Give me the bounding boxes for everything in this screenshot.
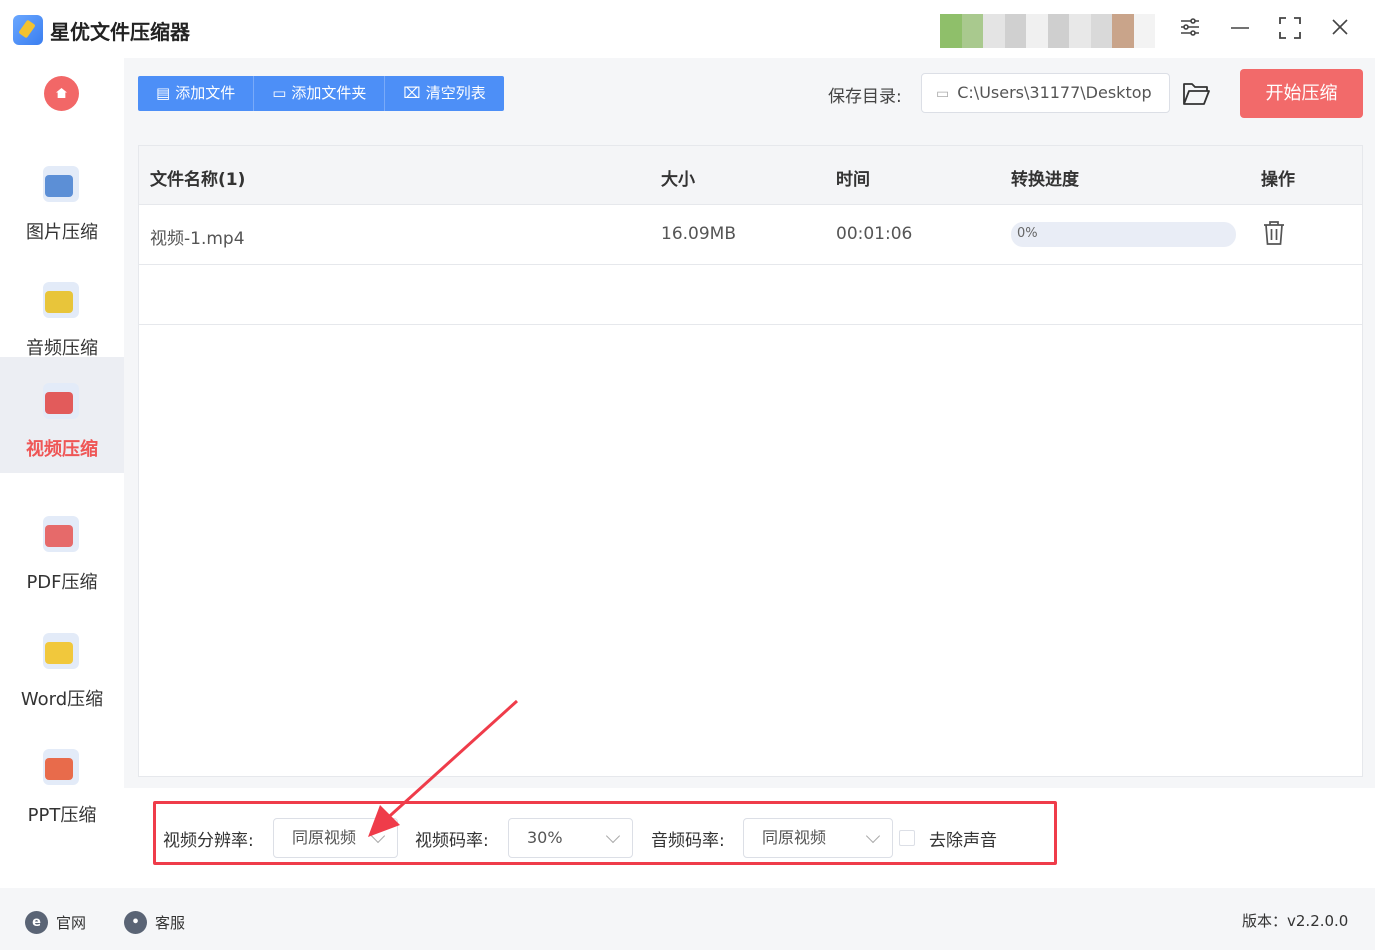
folder-icon: ▭ — [272, 84, 287, 102]
app-title: 星优文件压缩器 — [50, 20, 190, 44]
col-progress: 转换进度 — [1011, 170, 1079, 190]
file-icon: ▤ — [156, 84, 171, 102]
progress-text: 0% — [1017, 226, 1038, 241]
trash-icon: ⌧ — [403, 84, 421, 102]
add-folder-button[interactable]: ▭ 添加文件夹 — [254, 76, 386, 111]
sidebar-item-label: PDF压缩 — [26, 572, 98, 593]
sidebar-item-image[interactable]: 图片压缩 — [0, 140, 124, 256]
word-icon — [43, 633, 79, 669]
sidebar-item-label: 视频压缩 — [26, 439, 98, 460]
chat-icon: • — [124, 911, 147, 934]
minimize-icon[interactable] — [1226, 16, 1254, 44]
user-avatar[interactable] — [940, 14, 1155, 48]
start-compress-button[interactable]: 开始压缩 — [1240, 69, 1363, 118]
chevron-down-icon — [605, 828, 621, 844]
sidebar-item-audio[interactable]: 音频压缩 — [0, 256, 124, 372]
col-filename: 文件名称(1) — [150, 170, 246, 190]
bitrate-value: 30% — [527, 828, 563, 847]
file-size: 16.09MB — [661, 224, 736, 244]
toolbar: ▤ 添加文件 ▭ 添加文件夹 ⌧ 清空列表 — [138, 76, 504, 111]
browser-icon: e — [25, 911, 48, 934]
footer: e 官网 • 客服 版本：v2.2.0.0 — [0, 888, 1375, 950]
save-dir-input[interactable]: ▭ C:\Users\31177\Desktop — [921, 73, 1170, 113]
audio-bitrate-select[interactable]: 同原视频 — [743, 818, 893, 858]
add-file-button[interactable]: ▤ 添加文件 — [138, 76, 255, 111]
table-row-empty — [139, 265, 1362, 325]
support-label: 客服 — [155, 914, 186, 932]
delete-icon[interactable] — [1262, 220, 1286, 248]
audio-bitrate-label: 音频码率: — [651, 831, 725, 851]
sidebar-item-ppt[interactable]: PPT压缩 — [0, 723, 124, 839]
annotation-arrow — [368, 699, 519, 837]
sidebar-item-label: Word压缩 — [20, 689, 104, 710]
music-icon — [43, 282, 79, 318]
title-bar: 星优文件压缩器 — [0, 0, 1375, 58]
sidebar-item-label: 图片压缩 — [26, 222, 98, 243]
open-folder-icon[interactable] — [1182, 80, 1210, 106]
pdf-icon — [43, 516, 79, 552]
support-link[interactable]: • 客服 — [124, 911, 185, 934]
add-folder-label: 添加文件夹 — [291, 84, 367, 102]
table-row[interactable]: 视频-1.mp4 16.09MB 00:01:06 0% — [139, 205, 1362, 265]
chevron-down-icon — [865, 828, 881, 844]
folder-outline-icon: ▭ — [936, 86, 950, 102]
file-duration: 00:01:06 — [836, 224, 913, 244]
sidebar: 图片压缩 音频压缩 视频压缩 PDF压缩 Word压缩 PPT压缩 — [0, 58, 124, 888]
add-file-label: 添加文件 — [175, 84, 236, 102]
progress-bar: 0% — [1011, 222, 1236, 247]
col-size: 大小 — [661, 170, 695, 190]
maximize-icon[interactable] — [1276, 16, 1304, 44]
save-dir-value: C:\Users\31177\Desktop — [957, 83, 1152, 102]
sidebar-item-video[interactable]: 视频压缩 — [0, 357, 124, 473]
table-header: 文件名称(1) 大小 时间 转换进度 操作 — [139, 146, 1362, 205]
file-name: 视频-1.mp4 — [150, 229, 245, 249]
close-icon[interactable] — [1326, 16, 1354, 44]
clear-list-button[interactable]: ⌧ 清空列表 — [385, 76, 503, 111]
clear-list-label: 清空列表 — [425, 84, 486, 102]
sidebar-item-pdf[interactable]: PDF压缩 — [0, 490, 124, 606]
app-logo-icon — [13, 15, 43, 45]
resolution-label: 视频分辨率: — [163, 831, 254, 851]
sidebar-item-word[interactable]: Word压缩 — [0, 607, 124, 723]
video-icon — [43, 383, 79, 419]
home-icon[interactable] — [44, 76, 79, 111]
settings-sliders-icon[interactable] — [1176, 16, 1204, 44]
image-icon — [43, 166, 79, 202]
version-text: 版本：v2.2.0.0 — [1242, 912, 1349, 930]
col-action: 操作 — [1261, 170, 1295, 190]
audio-bitrate-value: 同原视频 — [762, 828, 827, 847]
ppt-icon — [43, 749, 79, 785]
file-table: 文件名称(1) 大小 时间 转换进度 操作 视频-1.mp4 16.09MB 0… — [138, 145, 1363, 777]
website-label: 官网 — [56, 914, 87, 932]
mute-checkbox[interactable] — [899, 830, 915, 846]
col-time: 时间 — [836, 170, 870, 190]
sidebar-item-label: PPT压缩 — [27, 805, 97, 826]
mute-label: 去除声音 — [929, 831, 997, 851]
resolution-value: 同原视频 — [292, 828, 357, 847]
website-link[interactable]: e 官网 — [25, 911, 86, 934]
save-dir-label: 保存目录: — [828, 87, 902, 107]
